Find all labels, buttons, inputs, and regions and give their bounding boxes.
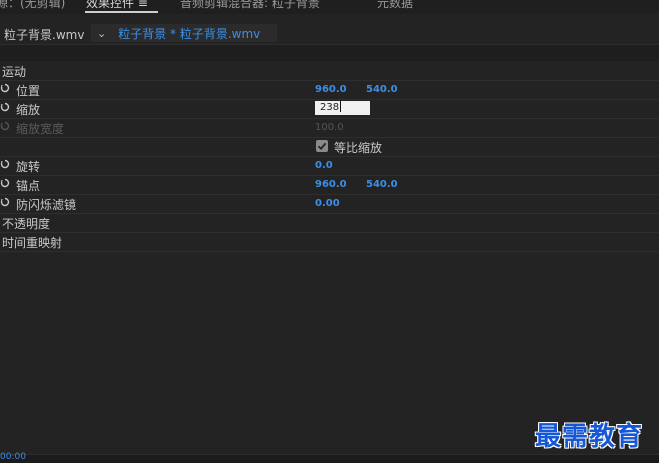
stopwatch-icon (0, 121, 10, 131)
anchor-y-value[interactable]: 540.0 (366, 179, 398, 190)
position-y-value[interactable]: 540.0 (366, 84, 398, 95)
current-timecode[interactable]: 00:00 (0, 452, 26, 462)
source-clip-label[interactable]: 粒子背景.wmv (4, 26, 84, 43)
sequence-clip-label: 粒子背景 * 粒子背景.wmv (118, 26, 261, 41)
sequence-clip-dropdown[interactable]: ⌄ 粒子背景 * 粒子背景.wmv (91, 24, 277, 42)
anti-flicker-value[interactable]: 0.00 (315, 198, 340, 209)
stopwatch-icon[interactable] (0, 159, 10, 169)
scale-label: 缩放 (16, 103, 41, 117)
position-x-value[interactable]: 960.0 (315, 84, 347, 95)
clip-selector-row: 粒子背景.wmv ⌄ 粒子背景 * 粒子背景.wmv (0, 22, 659, 44)
scale-width-row: 缩放宽度 100.0 (0, 118, 659, 138)
watermark-logo: 最需教育 (535, 422, 644, 452)
stopwatch-icon[interactable] (0, 178, 10, 188)
stopwatch-icon[interactable] (0, 197, 10, 207)
checkmark-icon (317, 142, 327, 151)
stopwatch-icon[interactable] (0, 102, 10, 112)
tab-audio-clip-mixer[interactable]: 音频剪辑混合器: 粒子背景 (180, 0, 320, 11)
text-caret (340, 101, 342, 112)
timeline-ruler-strip (0, 44, 659, 61)
anchor-x-value[interactable]: 960.0 (315, 179, 347, 190)
tab-source[interactable]: 源：(无剪辑) (0, 0, 65, 11)
active-tab-indicator (85, 11, 158, 13)
position-row: 位置 960.0 540.0 (0, 80, 659, 100)
anti-flicker-row: 防闪烁滤镜 0.00 (0, 194, 659, 214)
rotation-value[interactable]: 0.0 (315, 160, 333, 171)
rotation-label: 旋转 (16, 160, 41, 174)
anti-flicker-label: 防闪烁滤镜 (16, 198, 77, 212)
uniform-scale-row: 等比缩放 (0, 137, 659, 157)
tab-metadata[interactable]: 元数据 (377, 0, 413, 11)
anchor-row: 锚点 960.0 540.0 (0, 175, 659, 195)
motion-label: 运动 (2, 65, 27, 79)
anchor-label: 锚点 (16, 179, 41, 193)
time-remap-group-row[interactable]: 时间重映射 (0, 232, 659, 252)
motion-group-row[interactable]: 运动 (0, 61, 659, 81)
panel-tab-bar: 源：(无剪辑) 效果控件 ≡ 音频剪辑混合器: 粒子背景 元数据 (0, 0, 659, 14)
scale-input-value: 238 (320, 102, 340, 113)
position-label: 位置 (16, 84, 41, 98)
stopwatch-icon[interactable] (0, 83, 10, 93)
scale-width-value: 100.0 (315, 122, 344, 133)
opacity-group-row[interactable]: 不透明度 (0, 213, 659, 233)
scale-input[interactable]: 238 (315, 101, 370, 115)
rotation-row: 旋转 0.0 (0, 156, 659, 176)
uniform-scale-checkbox[interactable] (316, 140, 328, 152)
opacity-label: 不透明度 (2, 217, 51, 231)
uniform-scale-label: 等比缩放 (334, 141, 383, 155)
scale-row: 缩放 238 (0, 99, 659, 119)
tab-effect-controls[interactable]: 效果控件 ≡ (86, 0, 148, 11)
chevron-down-icon[interactable]: ⌄ (97, 27, 106, 40)
time-remap-label: 时间重映射 (2, 236, 63, 250)
scale-width-label: 缩放宽度 (16, 122, 65, 136)
